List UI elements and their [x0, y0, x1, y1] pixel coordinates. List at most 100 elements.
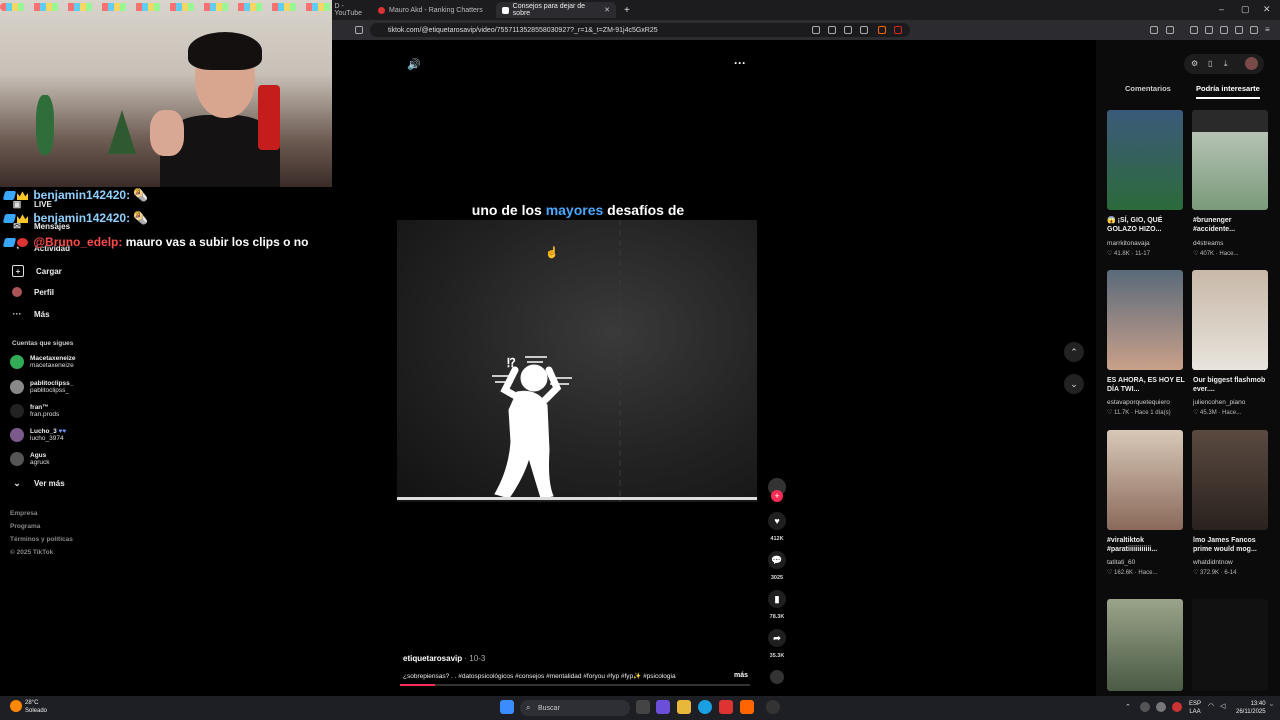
- more-description-link[interactable]: más: [734, 672, 748, 679]
- obs-icon[interactable]: [766, 700, 780, 714]
- footer-terminos[interactable]: Términos y políticas: [10, 536, 73, 543]
- extension-icon[interactable]: [1150, 26, 1158, 34]
- tray-icon[interactable]: [1172, 702, 1182, 712]
- account-handle: lucho_3974: [30, 435, 64, 442]
- share-icon[interactable]: [860, 26, 868, 34]
- verified-badge-icon: [2, 191, 17, 201]
- reader-icon[interactable]: [1220, 26, 1228, 34]
- follow-plus-icon[interactable]: +: [771, 490, 783, 502]
- user-avatar[interactable]: [1245, 57, 1258, 70]
- app-icon[interactable]: [719, 700, 733, 714]
- sidebar-icon[interactable]: [1205, 26, 1213, 34]
- close-tab-icon[interactable]: ✕: [604, 6, 610, 14]
- sound-disc-button[interactable]: [764, 670, 790, 690]
- verified-badge-icon: [2, 238, 17, 248]
- edge-icon[interactable]: [698, 700, 712, 714]
- share-arrow-icon: ➦: [768, 629, 786, 647]
- footer-programa[interactable]: Programa: [10, 523, 40, 530]
- video-progress-bar[interactable]: [397, 497, 757, 500]
- following-account[interactable]: Lucho_3 ♥♥ lucho_3974: [10, 428, 66, 442]
- video-likes: ♡ 45.3M: [1193, 410, 1217, 416]
- tiktok-icon: [502, 6, 509, 14]
- weather-widget[interactable]: 28°C Soleado: [25, 699, 47, 715]
- translate-icon[interactable]: [812, 26, 820, 34]
- volume-tray-icon[interactable]: ◁: [1220, 702, 1225, 710]
- account-handle: macetaxeneize: [30, 362, 74, 369]
- following-account[interactable]: Macetaxeneize macetaxeneize: [10, 355, 76, 369]
- save-count: 78.3K: [769, 614, 785, 620]
- video-thumbnail: [1107, 270, 1183, 370]
- wifi-icon[interactable]: ◠: [1208, 702, 1214, 710]
- previous-video-button[interactable]: ⌃: [1064, 342, 1084, 362]
- following-title: Cuentas que sigues: [12, 340, 74, 347]
- download-icon[interactable]: [1235, 26, 1243, 34]
- brave-shield-icon[interactable]: [878, 26, 886, 34]
- profile-icon[interactable]: [1250, 26, 1258, 34]
- settings-icon[interactable]: ⚙: [1191, 59, 1198, 68]
- avatar: [10, 428, 24, 442]
- nav-item-perfil[interactable]: Perfil: [12, 287, 54, 297]
- nav-item-mas[interactable]: ··· Más: [12, 309, 50, 319]
- weather-sun-icon[interactable]: [10, 700, 22, 712]
- account-name: fran™: [30, 404, 49, 411]
- video-title: #viraltiktok #paratiiiiiiiiiiii...: [1107, 537, 1158, 553]
- video-user: marrkitonavaja: [1107, 240, 1150, 247]
- tab-tiktok-video[interactable]: Consejos para dejar de sobre ✕: [496, 2, 616, 18]
- avatar: [10, 380, 24, 394]
- minimize-icon[interactable]: –: [1219, 4, 1224, 14]
- bookmark-icon[interactable]: [355, 26, 363, 34]
- close-window-icon[interactable]: ✕: [1263, 4, 1271, 15]
- following-account[interactable]: Agus agruck: [10, 452, 50, 466]
- file-explorer-icon[interactable]: [677, 700, 691, 714]
- video-likes: ♡ 41.8K: [1107, 251, 1130, 257]
- tray-icon[interactable]: [1140, 702, 1150, 712]
- notification-icon[interactable]: ▫: [1270, 702, 1272, 709]
- see-more-button[interactable]: ⌄ Ver más: [12, 478, 64, 488]
- author-name: etiquetarosavip: [403, 654, 463, 663]
- new-tab-button[interactable]: +: [618, 2, 634, 18]
- wallet-icon[interactable]: [1166, 26, 1174, 34]
- comment-button[interactable]: 💬 3025: [764, 551, 790, 581]
- brave-icon[interactable]: [740, 700, 754, 714]
- brave-rewards-icon[interactable]: [894, 26, 902, 34]
- download-icon[interactable]: ⤓: [1224, 59, 1228, 69]
- more-icon: ···: [12, 309, 22, 319]
- footer-empresa[interactable]: Empresa: [10, 510, 37, 517]
- windows-start-icon[interactable]: [500, 700, 514, 714]
- cast-icon[interactable]: [828, 26, 836, 34]
- next-video-button[interactable]: ⌄: [1064, 374, 1084, 394]
- tray-chevron-up-icon[interactable]: ⌃: [1125, 703, 1131, 711]
- webcam-overlay: [0, 0, 332, 187]
- task-view-icon[interactable]: [636, 700, 650, 714]
- taskbar-search[interactable]: ⌕ Buscar: [520, 700, 630, 716]
- share-button[interactable]: ➦ 35.3K: [764, 629, 790, 659]
- video-user: d4streams: [1193, 240, 1224, 247]
- video-likes: ♡ 407K: [1193, 251, 1215, 257]
- maximize-icon[interactable]: ▢: [1241, 4, 1250, 15]
- playback-bar[interactable]: [400, 684, 750, 686]
- video-author[interactable]: etiquetarosavip · 10-3: [403, 654, 485, 663]
- phone-icon[interactable]: ▯: [1208, 59, 1212, 68]
- nav-item-cargar[interactable]: + Cargar: [12, 265, 62, 277]
- music-icon[interactable]: [1190, 26, 1198, 34]
- tab-podria-interesarte[interactable]: Podría interesarte: [1196, 84, 1260, 99]
- video-age: Hace...: [1222, 410, 1242, 416]
- tray-icon[interactable]: [1156, 702, 1166, 712]
- more-options-icon[interactable]: ···: [734, 56, 746, 70]
- language-indicator[interactable]: ESP LAA: [1189, 700, 1201, 716]
- tab-ranking-chatters[interactable]: Mauro Akd - Ranking Chatters: [372, 2, 492, 18]
- following-account[interactable]: fran™ fran.prods: [10, 404, 59, 418]
- caption-highlight: mayores: [545, 202, 604, 218]
- save-button[interactable]: ▮ 78.3K: [764, 590, 790, 620]
- tab-comentarios[interactable]: Comentarios: [1125, 84, 1171, 93]
- volume-icon[interactable]: 🔊: [407, 58, 421, 71]
- like-button[interactable]: ♥ 412K: [764, 512, 790, 542]
- video-player[interactable]: ⁉: [397, 220, 757, 502]
- widgets-icon[interactable]: [656, 700, 670, 714]
- account-handle: agruck: [30, 459, 50, 466]
- following-account[interactable]: pablitoclipss_ pablitoclipss_: [10, 380, 73, 394]
- post-date: · 10-3: [464, 654, 486, 663]
- clock[interactable]: 13:40 26/11/2025: [1236, 700, 1266, 716]
- menu-icon[interactable]: ≡: [1265, 26, 1273, 34]
- screenshot-icon[interactable]: [844, 26, 852, 34]
